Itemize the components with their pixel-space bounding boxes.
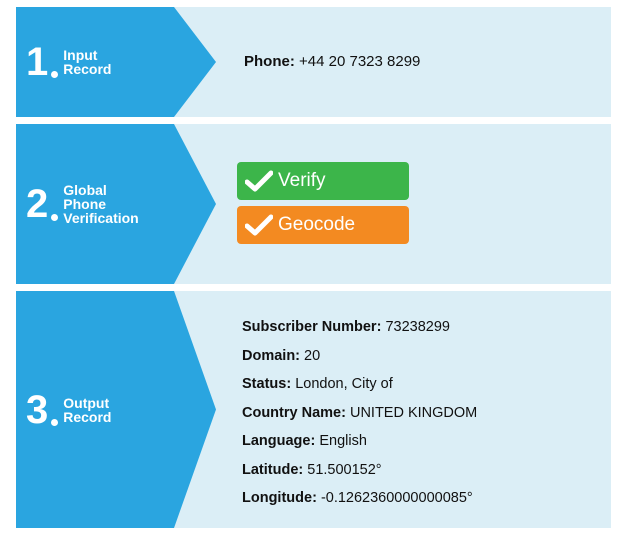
step-label: Input Record (63, 47, 112, 77)
step-label: Output Record (63, 394, 112, 425)
output-field-longitude: Longitude: -0.1262360000000085° (242, 490, 473, 506)
step-number: 2 (26, 182, 49, 226)
checkmark-icon (245, 214, 273, 236)
output-field-status: Status: London, City of (242, 376, 393, 392)
phone-field: Phone: +44 20 7323 8299 (244, 53, 420, 70)
step-number: 3 (26, 387, 49, 432)
step-3-chevron: 3 Output Record (16, 291, 216, 528)
output-fields: Subscriber Number: 73238299 Domain: 20 S… (242, 313, 477, 513)
output-field-language: Language: English (242, 433, 367, 449)
step-2-chevron: 2 Global Phone Verification (16, 124, 216, 284)
step-label: Global Phone Verification (63, 182, 139, 226)
phone-value: +44 20 7323 8299 (299, 53, 421, 70)
verify-button[interactable]: Verify (237, 162, 409, 200)
checkmark-icon (245, 170, 273, 192)
output-field-domain: Domain: 20 (242, 347, 321, 364)
output-field-subscriber-number: Subscriber Number: 73238299 (242, 319, 450, 335)
output-record-row: 3 Output Record Subscriber Number: 73238… (16, 291, 611, 528)
phone-key: Phone: (244, 53, 295, 70)
step-number: 1 (26, 40, 49, 84)
step-dot (51, 71, 59, 78)
step-dot (51, 418, 59, 426)
step-1-chevron: 1 Input Record (16, 7, 216, 117)
output-field-country-name: Country Name: UNITED KINGDOM (242, 404, 478, 421)
geocode-label: Geocode (278, 214, 356, 235)
verification-row: 2 Global Phone Verification Verify Geoco… (16, 124, 611, 284)
verify-label: Verify (278, 170, 326, 191)
output-field-latitude: Latitude: 51.500152° (242, 461, 382, 478)
geocode-button[interactable]: Geocode (237, 206, 409, 244)
input-record-row: 1 Input Record Phone: +44 20 7323 8299 (16, 7, 611, 117)
step-dot (51, 214, 59, 221)
